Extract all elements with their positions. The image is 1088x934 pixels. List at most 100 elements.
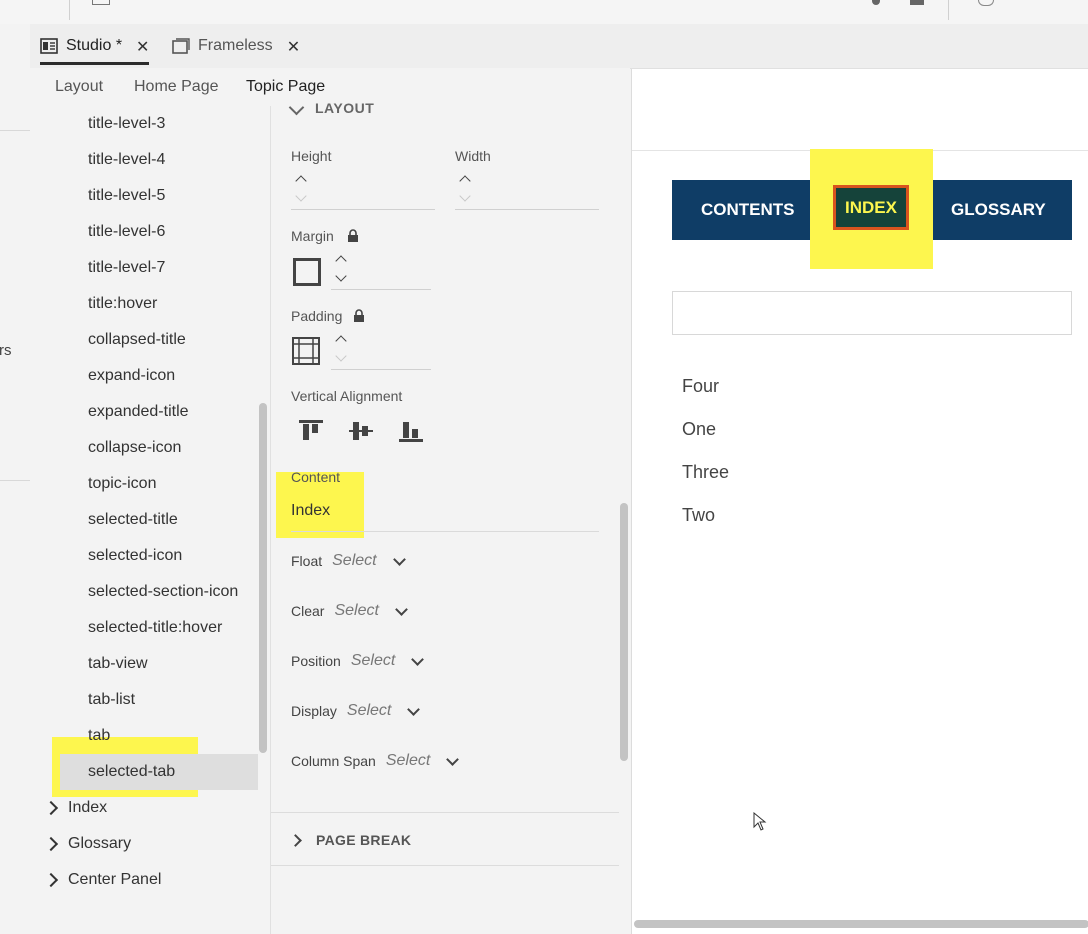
height-decrement[interactable]	[295, 190, 307, 202]
align-middle-icon[interactable]	[349, 420, 373, 442]
index-entry[interactable]: One	[682, 419, 716, 440]
tree-item[interactable]: expanded-title	[88, 403, 189, 421]
properties-scrollbar[interactable]	[620, 503, 628, 761]
divider	[0, 480, 30, 481]
align-bottom-icon[interactable]	[399, 420, 423, 442]
page-break-section-header[interactable]: PAGE BREAK	[289, 832, 412, 848]
layout-section-header[interactable]: LAYOUT	[315, 100, 374, 116]
margin-box-icon[interactable]	[293, 258, 321, 286]
position-value: Select	[350, 652, 396, 669]
height-label: Height	[291, 148, 332, 164]
position-dropdown[interactable]: Position Select	[291, 652, 425, 670]
tree-item[interactable]: title-level-6	[88, 223, 165, 241]
chevron-right-icon	[289, 833, 302, 847]
tree-item[interactable]: selected-title	[88, 511, 178, 529]
column-span-value: Select	[385, 752, 431, 769]
clear-dropdown[interactable]: Clear Select	[291, 602, 408, 620]
nav-tab-index[interactable]: INDEX	[833, 185, 909, 230]
margin-decrement[interactable]	[335, 270, 347, 282]
vertical-alignment-label: Vertical Alignment	[291, 388, 403, 404]
position-label: Position	[291, 653, 341, 669]
chevron-right-icon	[43, 836, 59, 852]
lock-icon[interactable]	[347, 229, 359, 243]
mouse-cursor-icon	[753, 812, 767, 831]
width-label: Width	[455, 148, 491, 164]
nav-tab-glossary[interactable]: GLOSSARY	[951, 180, 1046, 240]
help-icon[interactable]	[910, 0, 924, 5]
truncated-panel-label: rs	[0, 342, 12, 359]
padding-decrement[interactable]	[335, 350, 347, 362]
tab-studio-label: Studio *	[66, 37, 123, 54]
margin-label: Margin	[291, 228, 334, 244]
tree-item[interactable]: tab	[88, 727, 110, 745]
tree-item[interactable]: title-level-4	[88, 151, 165, 169]
width-increment[interactable]	[459, 175, 471, 187]
index-entry[interactable]: Three	[682, 462, 729, 483]
display-dropdown[interactable]: Display Select	[291, 702, 421, 720]
align-top-icon[interactable]	[299, 420, 323, 442]
tree-item[interactable]: collapse-icon	[88, 439, 181, 457]
clear-value: Select	[334, 602, 379, 619]
nav-tab-contents[interactable]: CONTENTS	[701, 180, 795, 240]
window-icon	[172, 38, 190, 54]
width-decrement[interactable]	[459, 190, 471, 202]
tree-group-index[interactable]: Index	[43, 799, 108, 817]
tree-item[interactable]: title-level-7	[88, 259, 165, 277]
content-divider	[291, 531, 599, 532]
tree-scrollbar[interactable]	[259, 403, 267, 753]
divider	[0, 130, 30, 131]
column-span-dropdown[interactable]: Column Span Select	[291, 752, 460, 770]
tree-group-glossary[interactable]: Glossary	[43, 835, 131, 853]
index-search-input[interactable]	[672, 291, 1072, 335]
tree-item[interactable]: tab-view	[88, 655, 148, 673]
chevron-down-icon	[392, 552, 406, 566]
margin-input[interactable]	[331, 289, 431, 290]
tree-item[interactable]: tab-list	[88, 691, 135, 709]
left-collapsed-panel: rs	[0, 24, 31, 934]
width-input[interactable]	[455, 209, 599, 210]
user-icon[interactable]	[872, 0, 880, 5]
section-divider	[271, 865, 619, 866]
padding-input[interactable]	[331, 369, 431, 370]
chevron-right-icon	[43, 800, 59, 816]
preview-horizontal-scrollbar[interactable]	[634, 920, 1088, 928]
tree-group-label: Index	[68, 799, 108, 816]
nav-tab-index-label: INDEX	[845, 198, 897, 217]
tree-item[interactable]: selected-icon	[88, 547, 182, 565]
tree-item[interactable]: expand-icon	[88, 367, 175, 385]
close-icon[interactable]: ✕	[136, 37, 149, 57]
height-increment[interactable]	[295, 175, 307, 187]
content-value[interactable]: Index	[291, 502, 330, 520]
subtab-topic-page[interactable]: Topic Page	[246, 78, 325, 96]
toolbar-icon[interactable]	[92, 0, 110, 5]
tree-item[interactable]: collapsed-title	[88, 331, 186, 349]
chevron-right-icon	[43, 872, 59, 888]
tree-item[interactable]: topic-icon	[88, 475, 156, 493]
subtab-home-page[interactable]: Home Page	[134, 78, 219, 96]
tree-item[interactable]: title:hover	[88, 295, 157, 313]
tree-item-selected[interactable]: selected-tab	[88, 763, 175, 781]
index-entry[interactable]: Four	[682, 376, 719, 397]
margin-increment[interactable]	[335, 255, 347, 267]
content-label: Content	[291, 469, 341, 485]
lock-icon[interactable]	[353, 309, 365, 323]
properties-panel: LAYOUT Height Width Margin Padding Verti…	[271, 99, 630, 934]
index-entry[interactable]: Two	[682, 505, 715, 526]
tree-group-label: Center Panel	[68, 871, 162, 888]
document-tab-bar: Studio * ✕ Frameless ✕	[30, 24, 1088, 69]
tree-item[interactable]: title-level-5	[88, 187, 165, 205]
float-label: Float	[291, 553, 323, 569]
padding-box-icon[interactable]	[292, 337, 320, 365]
page-break-label: PAGE BREAK	[316, 832, 412, 848]
padding-increment[interactable]	[335, 335, 347, 347]
tree-item[interactable]: title-level-3	[88, 115, 165, 133]
subtab-layout[interactable]: Layout	[55, 78, 103, 96]
tab-frameless-label: Frameless	[198, 37, 273, 54]
tree-item[interactable]: selected-section-icon	[88, 583, 238, 601]
tree-group-center-panel[interactable]: Center Panel	[43, 871, 162, 889]
float-dropdown[interactable]: Float Select	[291, 552, 406, 570]
globe-icon[interactable]	[978, 0, 994, 6]
height-input[interactable]	[291, 209, 435, 210]
close-icon[interactable]: ✕	[287, 37, 300, 57]
tree-item[interactable]: selected-title:hover	[88, 619, 222, 637]
